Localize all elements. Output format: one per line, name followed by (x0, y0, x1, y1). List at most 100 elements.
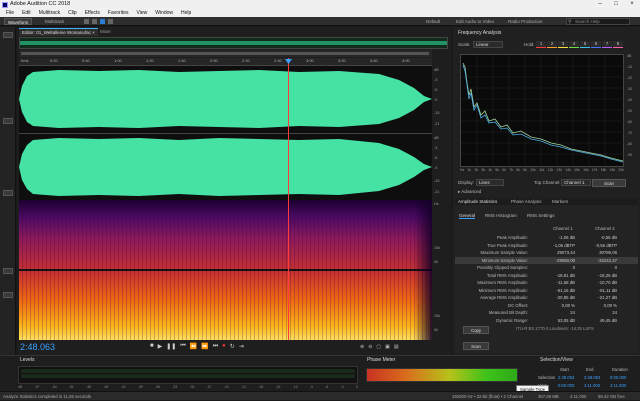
ruler-tick: 3:00 (306, 58, 314, 63)
rewind-icon[interactable]: ⏪ (190, 343, 197, 351)
spectral-channel-2 (19, 271, 432, 340)
minimize-icon[interactable]: – (592, 0, 608, 9)
stats-value-channel-2: -0,56 dB (600, 235, 617, 240)
selection-tool-icon[interactable] (100, 19, 105, 24)
hold-button-8[interactable]: 8 (613, 41, 623, 48)
multitrack-mode-button[interactable]: Multitrack (42, 18, 67, 25)
hold-label: Hold: (524, 42, 535, 47)
skip-icon[interactable]: ⇥ (239, 343, 244, 351)
freq-hz-tick: 19k (609, 168, 616, 172)
menu-multitrack[interactable]: Multitrack (35, 9, 64, 17)
waveform-mode-button[interactable]: Waveform (4, 18, 33, 25)
menu-view[interactable]: View (132, 9, 151, 17)
zoom-selection-icon[interactable]: ▣ (385, 344, 390, 350)
transport-controls: ■ ▶ ❚❚ ⏮ ⏪ ⏩ ⏭ ● ↻ ⇥ (150, 343, 244, 351)
close-icon[interactable]: × (624, 0, 640, 9)
fast-forward-icon[interactable]: ⏩ (201, 343, 208, 351)
move-tool-icon[interactable] (92, 19, 97, 24)
stats-value-channel-2: 0,00 % (603, 302, 617, 308)
view-end[interactable]: 4:11.000 (584, 383, 600, 388)
top-channel-select[interactable]: Channel 1 (561, 179, 591, 186)
tab-editor[interactable]: Editor: 01_Weltalleine Womanufac × (19, 28, 98, 36)
stats-value-channel-2: -10,70 dB (598, 280, 617, 285)
hold-button-2[interactable]: 2 (547, 41, 557, 48)
itu-loudness-text: ITU-R BS.1770-3 Loudness: -14,25 LUFS (516, 326, 594, 331)
panel-toggle-icon[interactable] (3, 118, 13, 124)
subtab-general[interactable]: General (459, 213, 476, 219)
waveform-overview[interactable] (19, 37, 448, 49)
menu-help[interactable]: Help (177, 9, 195, 17)
subtab-rms-settings[interactable]: RMS Settings (527, 213, 555, 218)
levels-tick: -54 (51, 385, 57, 389)
playhead-cursor[interactable] (288, 58, 289, 340)
hold-button-1[interactable]: 1 (536, 41, 546, 48)
stats-row: Dynamic Range: 53,05 dB 49,45 dB (455, 317, 638, 324)
db-label: -9 (434, 98, 438, 102)
scan-button[interactable]: Scan (592, 179, 626, 187)
loop-icon[interactable]: ↻ (230, 343, 235, 351)
levels-tick: -24 (223, 385, 229, 389)
zoom-navigator[interactable] (19, 50, 432, 57)
freq-hz-tick: 7k (509, 168, 513, 172)
display-select[interactable]: Lines (476, 179, 504, 186)
record-icon[interactable]: ● (222, 343, 226, 351)
ruler-tick: 2:00 (210, 58, 218, 63)
go-end-icon[interactable]: ⏭ (213, 343, 218, 351)
zoom-fit-icon[interactable]: ▢ (376, 344, 381, 350)
spectral-display[interactable] (19, 200, 432, 340)
hold-button-6[interactable]: 6 (591, 41, 601, 48)
hold-button-7[interactable]: 7 (602, 41, 612, 48)
menu-edit[interactable]: Edit (18, 9, 35, 17)
zoom-out-icon[interactable]: ⊖ (368, 344, 372, 350)
selection-duration[interactable]: 0:00.000 (610, 375, 626, 380)
selection-start[interactable]: 2:48.063 (558, 375, 574, 380)
scale-select[interactable]: Linear (473, 41, 503, 48)
tab-mixer[interactable]: Mixer (100, 28, 111, 36)
time-ruler[interactable]: hms 0:20 0:40 1:00 1:20 1:40 2:00 2:20 2… (19, 58, 432, 66)
advanced-toggle[interactable]: ▸ Advanced (458, 189, 481, 195)
freq-hz-tick: 2k (474, 168, 479, 172)
panel-toggle-icon[interactable] (3, 268, 13, 274)
spectrum-line-channel-2 (462, 64, 624, 163)
ruler-tick: 0:20 (50, 58, 58, 63)
menu-favorites[interactable]: Favorites (104, 9, 133, 17)
workspace-default[interactable]: Default (426, 17, 440, 26)
freq-hz-axis: Hz 1k 2k 3k 4k 5k 6k 7k 8k 9k 10k 11k 12k 13k 14k 15k 16… (460, 168, 624, 173)
play-icon[interactable]: ▶ (158, 343, 163, 351)
menu-file[interactable]: File (2, 9, 18, 17)
header-duration: Duration (612, 367, 628, 372)
selection-end[interactable]: 2:48.063 (584, 375, 600, 380)
lasso-tool-icon[interactable] (108, 19, 113, 24)
stats-row: Measured Bit Depth: 24 24 (455, 309, 638, 316)
workspace-radio-production[interactable]: Radio Production (508, 17, 543, 26)
pause-icon[interactable]: ❚❚ (166, 343, 176, 351)
menu-clip[interactable]: Clip (64, 9, 81, 17)
status-bar: Analyze Statistics completed in 11,65 se… (0, 391, 640, 400)
zoom-full-icon[interactable]: ▤ (394, 344, 399, 350)
view-start[interactable]: 0:00.000 (558, 383, 574, 388)
copy-button[interactable]: Copy (463, 326, 489, 334)
panel-toggle-icon[interactable] (3, 292, 13, 298)
menu-window[interactable]: Window (151, 9, 177, 17)
view-duration[interactable]: 4:11.000 (610, 383, 626, 388)
current-time-display[interactable]: 2:48.063 (20, 342, 55, 352)
maximize-icon[interactable]: □ (608, 0, 624, 9)
hold-button-4[interactable]: 4 (569, 41, 579, 48)
workspace-edit-audio-video[interactable]: Edit Audio to Video (456, 17, 494, 26)
zoom-in-icon[interactable]: ⊕ (360, 344, 364, 350)
menu-effects[interactable]: Effects (81, 9, 104, 17)
hold-button-5[interactable]: 5 (580, 41, 590, 48)
stats-value-channel-1: 24 (570, 310, 575, 315)
frequency-plot (461, 55, 625, 168)
stop-icon[interactable]: ■ (150, 343, 154, 351)
stats-scan-button[interactable]: Scan (463, 342, 489, 350)
hold-button-3[interactable]: 3 (558, 41, 568, 48)
stats-row: True Peak Amplitude: -1,06 dBTP -0,56 dBTP (455, 242, 638, 249)
go-start-icon[interactable]: ⏮ (180, 343, 185, 351)
stats-value-channel-2: -18,26 dB (598, 272, 617, 278)
panel-toggle-icon[interactable] (3, 32, 13, 38)
search-input[interactable]: Search Help (566, 18, 630, 25)
subtab-rms-histogram[interactable]: RMS Histogram (485, 213, 517, 218)
panel-toggle-icon[interactable] (3, 190, 13, 196)
spectral-icon[interactable] (84, 19, 89, 24)
